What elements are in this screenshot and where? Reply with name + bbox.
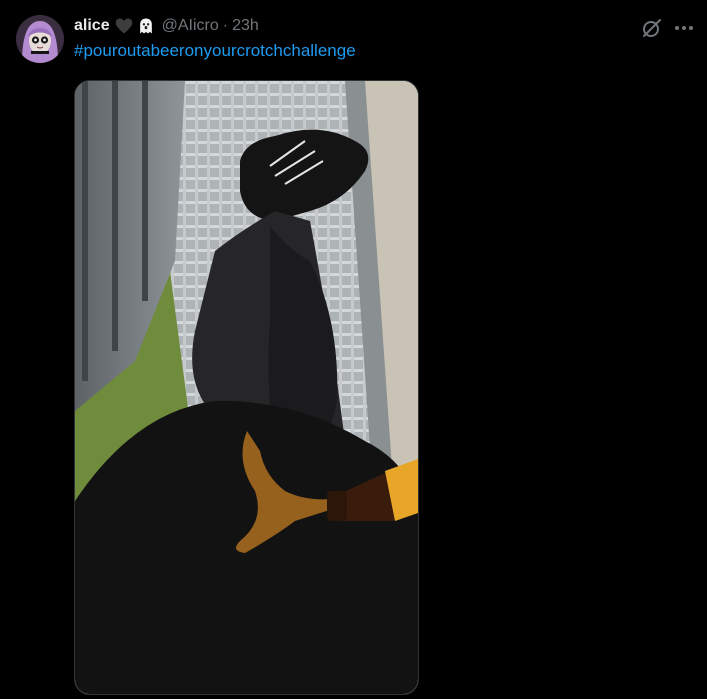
- avatar[interactable]: [16, 15, 64, 63]
- timestamp[interactable]: 23h: [232, 17, 259, 35]
- grok-icon[interactable]: [640, 16, 664, 40]
- more-horizontal-icon[interactable]: [672, 16, 696, 40]
- tweet[interactable]: alice @AIicro · 23h #pouroutabeeronyourc…: [0, 0, 707, 699]
- avatar-image: [16, 15, 64, 63]
- photo-content: [75, 81, 418, 694]
- ghost-icon: [139, 18, 152, 34]
- hashtag-link[interactable]: #pouroutabeeronyourcrotchchallenge: [74, 41, 356, 61]
- black-heart-icon: [115, 18, 132, 34]
- separator-dot: ·: [222, 17, 229, 34]
- tweet-header: alice @AIicro · 23h: [74, 15, 259, 37]
- author-handle[interactable]: @AIicro: [162, 17, 219, 35]
- author-name[interactable]: alice: [74, 17, 110, 35]
- tweet-photo[interactable]: [74, 80, 419, 695]
